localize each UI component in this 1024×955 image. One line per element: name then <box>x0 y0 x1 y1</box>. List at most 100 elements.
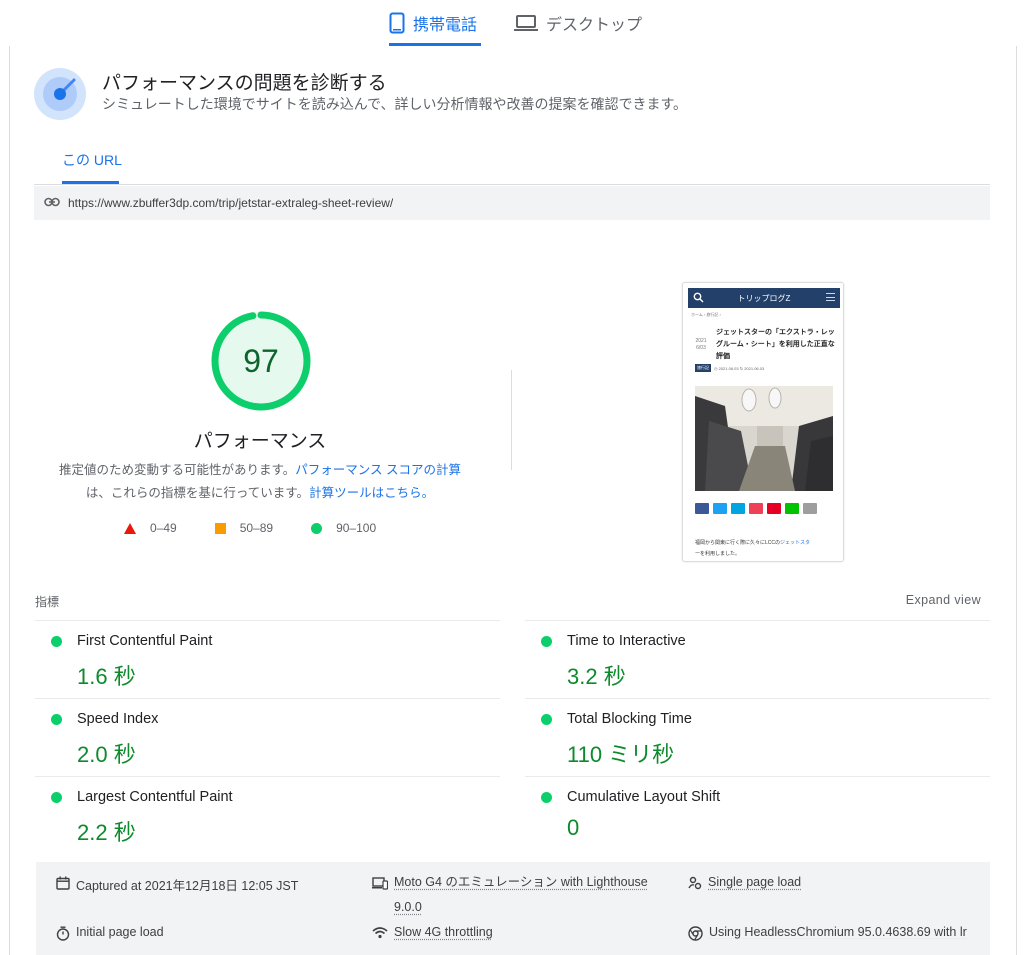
person-icon <box>688 875 702 893</box>
browser-version-text[interactable]: Using HeadlessChromium 95.0.4638.69 with… <box>709 925 985 939</box>
load-type-text: Initial page load <box>76 925 164 939</box>
circle-icon <box>311 522 323 534</box>
pass-circle-icon <box>541 636 552 647</box>
metric-lcp: Largest Contentful Paint 2.2 秒 <box>35 776 500 854</box>
article-title: ジェットスターの「エクストラ・レッグルーム・シート」を利用した正直な評価 <box>716 329 835 360</box>
diagnose-subtitle: シミュレートした環境でサイトを読み込んで、詳しい分析情報や改善の提案を確認できま… <box>102 96 688 112</box>
browser-version: Using HeadlessChromium 95.0.4638.69 with… <box>688 925 985 944</box>
hatena-share-icon[interactable] <box>731 503 745 514</box>
devices-icon <box>372 875 389 893</box>
tab-desktop[interactable]: デスクトップ <box>514 0 644 46</box>
legend-range: 90–100 <box>336 521 377 535</box>
metric-label: Cumulative Layout Shift <box>567 789 721 805</box>
score-legend: 0–49 50–89 90–100 <box>124 521 414 535</box>
legend-range: 50–89 <box>239 521 274 535</box>
divider <box>34 184 990 185</box>
legend-item-fail: 0–49 <box>124 521 177 535</box>
post-date-day: 6/03 <box>696 345 706 351</box>
score-note: 推定値のため変動する可能性があります。パフォーマンス スコアの計算は、これらの指… <box>48 459 472 505</box>
meta-dates: ◷ 2021.06.03 ↻ 2021.06.03 <box>714 365 765 371</box>
triangle-icon <box>124 522 136 534</box>
category-tag: 旅行記 <box>695 364 711 372</box>
captured-at: Captured at 2021年12月18日 12:05 JST <box>56 875 298 894</box>
tab-mobile[interactable]: 携帯電話 <box>389 0 481 46</box>
emulated-device: Moto G4 のエミュレーション with Lighthouse 9.0.0 <box>372 875 648 920</box>
metric-label: Time to Interactive <box>567 633 686 649</box>
run-info-panel: Captured at 2021年12月18日 12:05 JST Moto G… <box>36 862 990 955</box>
device-line-2: 9.0.0 <box>394 900 422 914</box>
chrome-icon <box>688 925 703 944</box>
expand-view-button[interactable]: Expand view <box>906 593 981 607</box>
url-bar: https://www.zbuffer3dp.com/trip/jetstar-… <box>34 186 990 220</box>
pass-circle-icon <box>541 714 552 725</box>
legend-range: 0–49 <box>150 521 177 535</box>
metric-value: 110 ミリ秒 <box>567 742 675 767</box>
post-date-year: 2021 <box>695 338 707 344</box>
metric-label: Largest Contentful Paint <box>77 789 233 805</box>
menu-icon <box>826 293 835 301</box>
metrics-heading: 指標 <box>35 595 60 609</box>
airplane-cabin-image <box>695 386 833 491</box>
tab-desktop-label: デスクトップ <box>546 17 643 34</box>
tab-this-url[interactable]: この URL <box>62 150 122 170</box>
metric-label: First Contentful Paint <box>77 633 213 649</box>
calculator-link[interactable]: 計算ツールはこちら。 <box>309 486 434 500</box>
share-buttons <box>695 503 817 514</box>
breadcrumb: ホーム › 旅行記 › <box>691 312 721 317</box>
twitter-share-icon[interactable] <box>713 503 727 514</box>
excerpt-text-2: ーを利用しました。 <box>695 551 741 557</box>
pass-circle-icon <box>51 636 62 647</box>
line-share-icon[interactable] <box>785 503 799 514</box>
tab-mobile-label: 携帯電話 <box>413 17 478 34</box>
diagnose-title: パフォーマンスの問題を診断する <box>102 73 387 94</box>
vertical-divider <box>511 370 512 470</box>
mobile-phone-icon <box>389 12 405 34</box>
metric-tti: Time to Interactive 3.2 秒 <box>525 620 990 698</box>
metric-speed-index: Speed Index 2.0 秒 <box>35 698 500 776</box>
load-type: Initial page load <box>56 925 164 944</box>
captured-at-text: Captured at 2021年12月18日 12:05 JST <box>76 879 299 893</box>
metric-value: 3.2 秒 <box>567 664 626 689</box>
metric-label: Speed Index <box>77 711 159 727</box>
network-throttling: Slow 4G throttling <box>372 925 493 942</box>
article-meta: 旅行記 ◷ 2021.06.03 ↻ 2021.06.03 <box>695 364 764 372</box>
pass-circle-icon <box>541 792 552 803</box>
performance-label: パフォーマンス <box>193 431 327 452</box>
pinterest-share-icon[interactable] <box>767 503 781 514</box>
score-note-text: 推定値のため変動する可能性があります。 <box>59 463 296 477</box>
pocket-share-icon[interactable] <box>749 503 763 514</box>
calendar-icon <box>56 875 70 893</box>
square-icon <box>214 522 226 534</box>
excerpt-text: 福岡から関東に行く際に久々にLCCの <box>695 540 781 546</box>
device-tabs: 携帯電話 デスクトップ <box>0 0 1024 46</box>
page-screenshot-thumbnail: トリップログZ ホーム › 旅行記 › 2021 6/03 ジェットスターの「エク… <box>682 282 844 562</box>
metric-tbt: Total Blocking Time 110 ミリ秒 <box>525 698 990 776</box>
search-icon <box>693 292 704 305</box>
pass-circle-icon <box>51 714 62 725</box>
link-icon <box>44 194 60 212</box>
score-calc-link[interactable]: パフォーマンス スコアの計算 <box>295 463 461 477</box>
tested-url: https://www.zbuffer3dp.com/trip/jetstar-… <box>68 196 394 210</box>
score-note-text-2: は、これらの指標を基に行っています。 <box>85 486 310 500</box>
post-date: 2021 6/03 <box>693 338 709 352</box>
session-type: Single page load <box>688 875 801 893</box>
session-type-text[interactable]: Single page load <box>708 875 801 889</box>
network-throttling-text[interactable]: Slow 4G throttling <box>394 925 493 939</box>
facebook-share-icon[interactable] <box>695 503 709 514</box>
device-line-1: Moto G4 のエミュレーション with Lighthouse <box>394 875 648 889</box>
timer-icon <box>56 925 70 944</box>
metric-value: 1.6 秒 <box>77 664 136 689</box>
metric-cls: Cumulative Layout Shift 0 <box>525 776 990 854</box>
lighthouse-gauge-icon <box>34 68 86 120</box>
laptop-icon <box>514 14 538 32</box>
site-title: トリップログZ <box>737 293 791 303</box>
metric-value: 2.0 秒 <box>77 742 136 767</box>
excerpt-link[interactable]: ジェットスタ <box>780 540 810 546</box>
metric-fcp: First Contentful Paint 1.6 秒 <box>35 620 500 698</box>
performance-score: 97 <box>243 342 279 379</box>
metric-value: 2.2 秒 <box>77 820 136 845</box>
pass-circle-icon <box>51 792 62 803</box>
copy-share-icon[interactable] <box>803 503 817 514</box>
emulated-device-text[interactable]: Moto G4 のエミュレーション with Lighthouse 9.0.0 <box>394 870 648 920</box>
metric-label: Total Blocking Time <box>567 711 692 727</box>
